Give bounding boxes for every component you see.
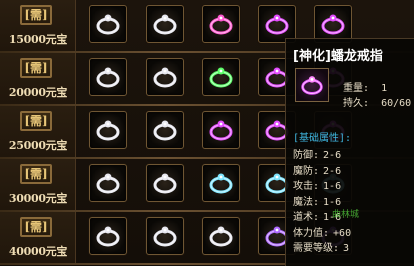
- ring-icon: [209, 14, 233, 35]
- ring-icon: [153, 14, 177, 35]
- price-label: 15000元宝: [8, 33, 68, 46]
- ring-icon: [96, 120, 120, 141]
- ring-slot[interactable]: [89, 58, 127, 96]
- ring-slot[interactable]: [146, 5, 184, 43]
- stat-value: 3: [343, 243, 350, 254]
- ring-slot[interactable]: [202, 217, 240, 255]
- ring-icon: [153, 173, 177, 194]
- ring-slot[interactable]: [202, 111, 240, 149]
- stat-value: 2-6: [323, 150, 342, 161]
- stat-value: +60: [333, 227, 352, 239]
- stat-value: 2-6: [323, 165, 342, 177]
- ring-icon: [209, 67, 233, 88]
- ring-icon: [321, 14, 345, 35]
- ring-slot[interactable]: [146, 164, 184, 202]
- tooltip-title: [神化]蟠龙戒指: [293, 49, 383, 64]
- durability-label: 持久:: [343, 98, 370, 109]
- stat-label: 道术:: [293, 212, 320, 223]
- stat-row: 防御: 2-6: [293, 146, 341, 161]
- stat-row: 攻击: 1-6: [293, 177, 341, 192]
- need-badge: [需]: [20, 111, 52, 131]
- ring-slot[interactable]: [146, 111, 184, 149]
- ring-icon: [209, 173, 233, 194]
- weight-value: 1: [381, 83, 388, 94]
- ring-icon: [96, 14, 120, 35]
- ring-icon: [153, 226, 177, 247]
- ring-slot[interactable]: [89, 111, 127, 149]
- ring-icon: [96, 226, 120, 247]
- shop-panel: [需] 15000元宝 [需] 20000元宝 [需] 25000元宝 [需] 30000元宝…: [0, 0, 414, 266]
- ring-icon: [96, 67, 120, 88]
- stat-label: 攻击:: [293, 181, 320, 192]
- ring-slot[interactable]: [89, 217, 127, 255]
- stat-row: 魔法: 1-6: [293, 193, 341, 208]
- stat-value: 1-6: [323, 181, 342, 192]
- durability-value: 60/60: [381, 98, 412, 109]
- weight-label: 重量:: [343, 83, 370, 94]
- stat-row: 体力值: +60: [293, 224, 351, 239]
- need-badge: [需]: [20, 217, 52, 237]
- ring-icon: [265, 14, 289, 35]
- price-label: 25000元宝: [8, 139, 68, 152]
- price-cell: [需] 15000元宝: [0, 0, 76, 51]
- stat-label: 魔防:: [293, 165, 320, 177]
- need-badge: [需]: [20, 5, 52, 25]
- ring-icon: [153, 67, 177, 88]
- stat-label: 需要等级:: [293, 243, 340, 254]
- ring-icon: [209, 226, 233, 247]
- ring-icon: [209, 120, 233, 141]
- price-label: 30000元宝: [8, 192, 68, 205]
- stat-row: 需要等级: 3: [293, 239, 349, 254]
- ring-icon: [153, 120, 177, 141]
- ring-icon: [295, 68, 329, 102]
- ring-icon-graphic: [301, 76, 323, 95]
- base-attributes-heading: [基础属性]:: [293, 133, 352, 144]
- price-cell: [需] 20000元宝: [0, 53, 76, 104]
- stat-label: 防御:: [293, 150, 320, 161]
- price-cell: [需] 40000元宝: [0, 212, 76, 263]
- need-badge: [需]: [20, 58, 52, 78]
- price-label: 20000元宝: [8, 86, 68, 99]
- price-cell: [需] 25000元宝: [0, 106, 76, 157]
- ring-slot[interactable]: [146, 217, 184, 255]
- ring-slot[interactable]: [202, 58, 240, 96]
- ring-slot[interactable]: [89, 164, 127, 202]
- stat-label: 魔法:: [293, 196, 320, 208]
- stat-label: 体力值:: [293, 227, 330, 239]
- ring-slot[interactable]: [89, 5, 127, 43]
- ring-slot[interactable]: [146, 58, 184, 96]
- need-badge: [需]: [20, 164, 52, 184]
- stat-value: 1-6: [323, 196, 342, 208]
- item-tooltip: [神化]蟠龙戒指 重量: 1 持久: 60/60 [基础属性]: 防御: 2-6 魔…: [285, 38, 414, 266]
- weight-row: 重量: 1: [343, 79, 387, 94]
- ring-slot[interactable]: [202, 164, 240, 202]
- price-cell: [需] 30000元宝: [0, 159, 76, 210]
- price-label: 40000元宝: [8, 245, 68, 258]
- ring-icon: [96, 173, 120, 194]
- background-map-text: 曲林城: [332, 210, 360, 220]
- durability-row: 持久: 60/60: [343, 94, 411, 109]
- stat-row: 魔防: 2-6: [293, 162, 341, 177]
- ring-slot[interactable]: [202, 5, 240, 43]
